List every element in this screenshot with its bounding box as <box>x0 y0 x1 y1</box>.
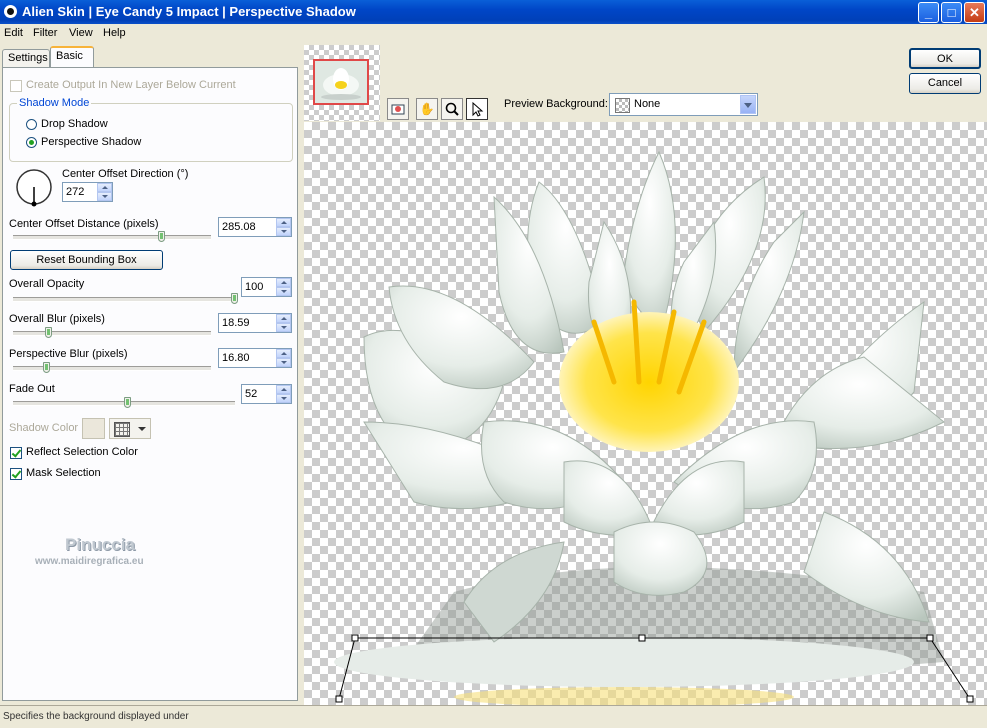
bbox-handle <box>638 634 646 642</box>
overall-blur-slider[interactable] <box>44 327 52 338</box>
center-offset-distance-label: Center Offset Distance (pixels) <box>9 218 159 230</box>
overall-opacity-value: 100 <box>245 281 264 293</box>
bbox-handle <box>351 634 359 642</box>
color-picker-dropdown[interactable] <box>109 418 151 439</box>
ok-button[interactable]: OK <box>909 48 981 69</box>
status-bar: Specifies the background displayed under <box>0 705 987 728</box>
checker-swatch-icon <box>615 98 630 113</box>
preview-background-value: None <box>634 98 661 110</box>
overall-opacity-spinner[interactable]: 100 <box>241 277 292 297</box>
zoom-icon[interactable] <box>441 98 463 120</box>
menu-help[interactable]: Help <box>103 27 126 39</box>
shadow-mode-group <box>9 103 293 162</box>
navigator-strip: ✋ Preview Background: None <box>304 45 987 122</box>
fade-out-label: Fade Out <box>9 383 55 395</box>
create-output-label: Create Output In New Layer Below Current <box>26 79 236 91</box>
minimize-button[interactable]: _ <box>918 2 939 23</box>
preview-background-select[interactable]: None <box>609 93 758 116</box>
overall-opacity-track[interactable] <box>13 297 235 302</box>
perspective-blur-slider[interactable] <box>42 362 50 373</box>
color-grid-icon <box>114 422 130 437</box>
chevron-down-icon[interactable] <box>740 95 756 114</box>
preview-canvas[interactable] <box>304 122 987 705</box>
chevron-down-icon <box>138 427 146 431</box>
maximize-button[interactable]: □ <box>941 2 962 23</box>
navigator-view-rect[interactable] <box>313 59 369 105</box>
center-offset-direction-spinner[interactable]: 272 <box>62 182 113 202</box>
app-icon <box>4 5 17 18</box>
perspective-blur-label: Perspective Blur (pixels) <box>9 348 128 360</box>
reflect-selection-color-label: Reflect Selection Color <box>26 446 138 458</box>
close-button[interactable]: ✕ <box>964 2 985 23</box>
cancel-button[interactable]: Cancel <box>909 73 981 94</box>
navigator-icon[interactable] <box>387 98 409 120</box>
shadow-color-swatch[interactable] <box>82 418 105 439</box>
flower-thumbnail-icon <box>321 68 361 100</box>
create-output-checkbox[interactable] <box>10 80 22 92</box>
fade-out-value: 52 <box>245 388 258 400</box>
center-offset-direction-value: 272 <box>66 186 85 198</box>
overall-opacity-label: Overall Opacity <box>9 278 85 290</box>
pointer-icon[interactable] <box>466 98 488 120</box>
reset-bounding-box-button[interactable]: Reset Bounding Box <box>10 250 163 270</box>
center-offset-direction-label: Center Offset Direction (°) <box>62 168 189 180</box>
overall-opacity-slider[interactable] <box>231 293 238 304</box>
menu-view[interactable]: View <box>69 27 93 39</box>
navigator-thumbnail[interactable] <box>304 45 380 121</box>
reflect-selection-color-checkbox[interactable] <box>10 447 22 459</box>
menu-edit[interactable]: Edit <box>4 27 23 39</box>
center-offset-distance-spinner[interactable]: 285.08 <box>218 217 292 237</box>
window-title: Alien Skin | Eye Candy 5 Impact | Perspe… <box>22 4 356 19</box>
mask-selection-checkbox[interactable] <box>10 468 22 480</box>
settings-panel: Create Output In New Layer Below Current… <box>2 67 298 701</box>
menu-bar: Edit Filter View Help <box>0 24 987 44</box>
center-offset-distance-value: 285.08 <box>222 221 256 233</box>
overall-blur-track[interactable] <box>13 331 211 336</box>
dial-icon[interactable] <box>15 168 55 208</box>
center-offset-distance-track[interactable] <box>13 235 211 240</box>
status-text: Specifies the background displayed under <box>3 711 189 722</box>
menu-filter[interactable]: Filter <box>33 27 57 39</box>
bbox-handle <box>926 634 934 642</box>
fade-out-spinner[interactable]: 52 <box>241 384 292 404</box>
watermark-name: Pinuccia <box>65 535 135 554</box>
shadow-mode-title: Shadow Mode <box>17 97 92 109</box>
overall-blur-spinner[interactable]: 18.59 <box>218 313 292 333</box>
overall-blur-label: Overall Blur (pixels) <box>9 313 105 325</box>
lotus-flower-image <box>334 150 974 705</box>
center-offset-distance-slider[interactable] <box>157 231 165 242</box>
mask-selection-label: Mask Selection <box>26 467 101 479</box>
bbox-handle <box>966 695 974 703</box>
perspective-shadow-label: Perspective Shadow <box>41 136 142 148</box>
perspective-blur-value: 16.80 <box>222 352 250 364</box>
perspective-shadow-radio[interactable] <box>26 137 37 148</box>
perspective-blur-spinner[interactable]: 16.80 <box>218 348 292 368</box>
tab-basic[interactable]: Basic <box>50 46 94 67</box>
shadow-color-label: Shadow Color <box>9 422 79 434</box>
tab-settings[interactable]: Settings <box>2 49 50 67</box>
bbox-handle <box>335 695 343 703</box>
watermark-url: www.maidiregrafica.eu <box>35 556 144 567</box>
title-bar: Alien Skin | Eye Candy 5 Impact | Perspe… <box>0 0 987 24</box>
drop-shadow-label: Drop Shadow <box>41 118 108 130</box>
drop-shadow-radio[interactable] <box>26 119 37 130</box>
hand-icon[interactable]: ✋ <box>416 98 438 120</box>
fade-out-slider[interactable] <box>124 397 132 408</box>
preview-background-label: Preview Background: <box>504 98 608 110</box>
overall-blur-value: 18.59 <box>222 317 250 329</box>
